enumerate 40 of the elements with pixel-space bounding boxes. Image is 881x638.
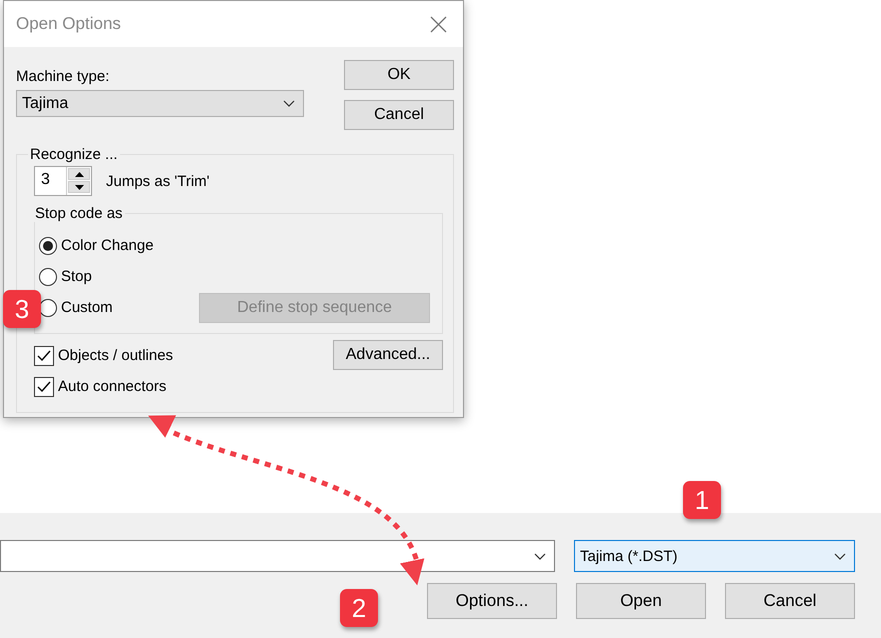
advanced-button[interactable]: Advanced...	[333, 340, 443, 370]
file-name-combo[interactable]	[0, 540, 555, 572]
radio-label: Color Change	[61, 237, 154, 254]
number-badge: 1	[683, 481, 721, 519]
open-button[interactable]: Open	[576, 583, 706, 619]
check-icon	[37, 380, 51, 392]
checkbox-label: Objects / outlines	[58, 347, 174, 364]
chevron-down-icon	[534, 552, 546, 560]
spin-down-button[interactable]	[68, 181, 90, 193]
options-button[interactable]: Options...	[427, 583, 557, 619]
machine-type-value: Tajima	[22, 94, 68, 112]
machine-type-combo[interactable]: Tajima	[16, 90, 304, 117]
checkbox[interactable]	[34, 376, 54, 396]
group-title: Recognize ...	[29, 146, 119, 163]
close-icon[interactable]	[430, 16, 447, 32]
number-badge: 2	[340, 589, 378, 627]
cancel-button[interactable]: Cancel	[344, 100, 454, 130]
triangle-down-icon	[74, 184, 84, 190]
group-title: Stop code as	[34, 205, 124, 222]
triangle-up-icon	[74, 172, 84, 176]
file-type-value: Tajima (*.DST)	[580, 548, 678, 564]
check-icon	[37, 350, 51, 362]
checkbox[interactable]	[34, 346, 54, 366]
checkbox-label: Auto connectors	[58, 378, 166, 395]
radio-label: Custom	[61, 299, 113, 316]
machine-type-label: Machine type:	[16, 68, 110, 85]
jumps-spinner[interactable]: 3	[34, 166, 92, 196]
spin-up-button[interactable]	[68, 168, 90, 180]
file-type-combo[interactable]: Tajima (*.DST)	[574, 540, 855, 572]
spinner-value: 3	[40, 170, 51, 190]
radio-button[interactable]	[39, 236, 57, 254]
dialog-title: Open Options	[16, 14, 121, 34]
ok-button[interactable]: OK	[344, 60, 454, 90]
chevron-down-icon	[283, 100, 295, 107]
radio-label: Stop	[61, 268, 92, 285]
number-badge: 3	[3, 290, 41, 328]
cancel-button[interactable]: Cancel	[725, 583, 855, 619]
jumps-label: Jumps as 'Trim'	[106, 172, 210, 190]
chevron-down-icon	[834, 552, 846, 560]
radio-button[interactable]	[39, 268, 57, 286]
